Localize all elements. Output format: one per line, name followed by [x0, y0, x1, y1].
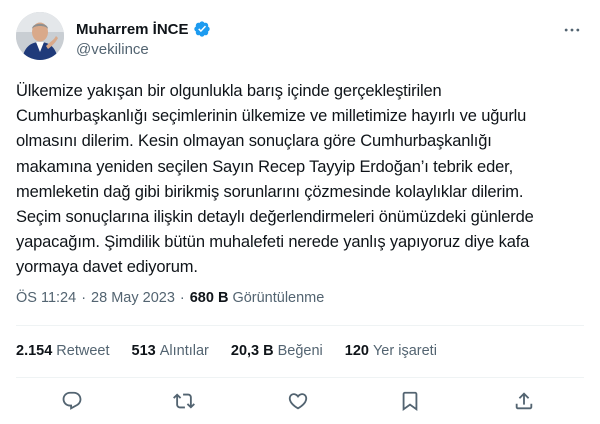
stat-label: Yer işareti	[372, 343, 437, 359]
author-handle[interactable]: @vekilince	[76, 41, 211, 58]
divider	[16, 377, 584, 378]
bookmark-stat[interactable]: 120 Yer işareti	[345, 343, 437, 359]
tweet-date[interactable]: 28 May 2023	[91, 290, 175, 306]
tweet-meta: ÖS 11:24 · 28 May 2023 · 680 B Görüntüle…	[16, 288, 324, 308]
stat-label: Alıntılar	[159, 343, 209, 359]
tweet-text: Ülkemize yakışan bir olgunlukla barış iç…	[16, 82, 534, 277]
retweet-stat[interactable]: 2.154 Retweet	[16, 343, 110, 359]
author-name[interactable]: Muharrem İNCE	[76, 21, 189, 38]
views-label: Görüntülenme	[232, 290, 325, 306]
tweet-header: Muharrem İNCE @vekilince	[16, 12, 584, 64]
avatar[interactable]	[16, 12, 64, 60]
stat-value: 20,3 B	[230, 343, 274, 359]
tweet-stats: 2.154 Retweet 513 Alıntılar 20,3 B Beğen…	[16, 341, 459, 361]
like-icon[interactable]	[283, 386, 313, 416]
tweet-card: Muharrem İNCE @vekilince Ülkemize yakışa…	[0, 0, 600, 424]
stat-value: 513	[131, 343, 156, 359]
meta-separator: ·	[81, 290, 87, 306]
divider	[16, 325, 584, 326]
author-name-row: Muharrem İNCE	[76, 19, 211, 39]
retweet-icon[interactable]	[169, 386, 199, 416]
bookmark-icon[interactable]	[395, 386, 425, 416]
like-stat[interactable]: 20,3 B Beğeni	[231, 343, 323, 359]
stat-label: Retweet	[56, 343, 110, 359]
stat-value: 2.154	[16, 343, 53, 359]
reply-icon[interactable]	[57, 386, 87, 416]
meta-separator: ·	[179, 290, 185, 306]
stat-value: 120	[344, 343, 369, 359]
action-bar	[16, 386, 584, 416]
stat-label: Beğeni	[277, 343, 323, 359]
share-icon[interactable]	[509, 386, 539, 416]
verified-badge-icon[interactable]	[193, 20, 211, 38]
author-info: Muharrem İNCE @vekilince	[76, 19, 211, 58]
quote-stat[interactable]: 513 Alıntılar	[132, 343, 209, 359]
views-count[interactable]: 680 B	[190, 290, 229, 306]
tweet-time[interactable]: ÖS 11:24	[16, 290, 76, 306]
more-options-icon[interactable]	[560, 18, 584, 42]
